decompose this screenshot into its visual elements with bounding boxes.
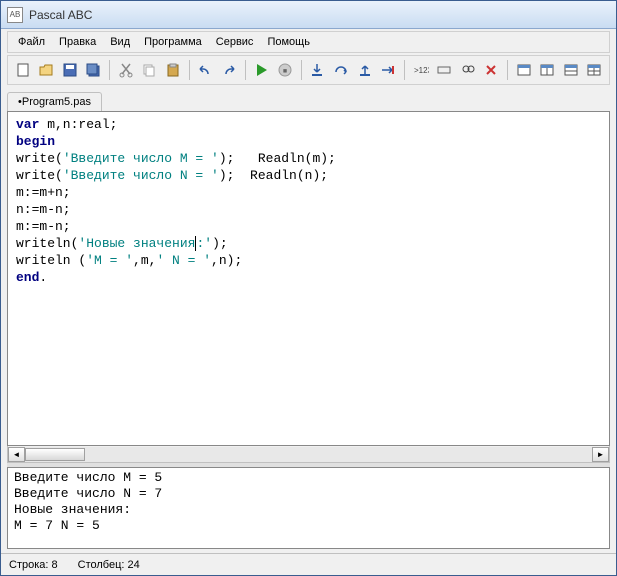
new-icon[interactable] <box>12 59 34 81</box>
menu-правка[interactable]: Правка <box>53 34 102 50</box>
code-line: n:=m-n; <box>16 201 601 218</box>
code-line: m:=m-n; <box>16 218 601 235</box>
close-icon[interactable] <box>480 59 502 81</box>
titlebar[interactable]: AB Pascal ABC <box>1 1 616 29</box>
menu-вид[interactable]: Вид <box>104 34 136 50</box>
win1-icon[interactable] <box>513 59 535 81</box>
scroll-track[interactable] <box>25 447 592 462</box>
stop-icon[interactable]: ■ <box>274 59 296 81</box>
svg-text:>123: >123 <box>414 66 429 75</box>
status-col: Столбец: 24 <box>78 559 140 571</box>
stepover-icon[interactable] <box>330 59 352 81</box>
menubar: ФайлПравкаВидПрограммаСервисПомощь <box>7 31 610 53</box>
editor-area: var m,n:real;beginwrite('Введите число M… <box>7 111 610 463</box>
copy-icon[interactable] <box>139 59 161 81</box>
win4-icon[interactable] <box>584 59 606 81</box>
code-line: m:=m+n; <box>16 184 601 201</box>
tab-file[interactable]: •Program5.pas <box>7 92 102 111</box>
code-line: writeln('Новые значения:'); <box>16 235 601 252</box>
horizontal-scrollbar[interactable]: ◄ ► <box>7 446 610 463</box>
toolbar: ■ >123 <box>7 55 610 85</box>
app-window: AB Pascal ABC ФайлПравкаВидПрограммаСерв… <box>0 0 617 576</box>
tab-label: Program5.pas <box>22 96 91 108</box>
var-icon[interactable]: >123 <box>410 59 432 81</box>
statusbar: Строка: 8 Столбец: 24 <box>1 553 616 575</box>
paste-icon[interactable] <box>162 59 184 81</box>
svg-text:■: ■ <box>283 68 287 75</box>
cut-icon[interactable] <box>115 59 137 81</box>
tab-strip: •Program5.pas <box>1 87 616 111</box>
saveall-icon[interactable] <box>83 59 105 81</box>
undo-icon[interactable] <box>195 59 217 81</box>
code-line: end. <box>16 269 601 286</box>
scroll-right-button[interactable]: ► <box>592 447 609 462</box>
redo-icon[interactable] <box>218 59 240 81</box>
output-panel[interactable]: Введите число M = 5 Введите число N = 7 … <box>7 467 610 549</box>
code-editor[interactable]: var m,n:real;beginwrite('Введите число M… <box>7 111 610 446</box>
eval-icon[interactable] <box>457 59 479 81</box>
code-line: write('Введите число M = '); Readln(m); <box>16 150 601 167</box>
menu-помощь[interactable]: Помощь <box>261 34 316 50</box>
win3-icon[interactable] <box>560 59 582 81</box>
menu-программа[interactable]: Программа <box>138 34 208 50</box>
menu-файл[interactable]: Файл <box>12 34 51 50</box>
breakpoint-icon[interactable] <box>377 59 399 81</box>
code-line: var m,n:real; <box>16 116 601 133</box>
status-line: Строка: 8 <box>9 559 58 571</box>
code-line: begin <box>16 133 601 150</box>
watch-icon[interactable] <box>433 59 455 81</box>
scroll-left-button[interactable]: ◄ <box>8 447 25 462</box>
code-line: write('Введите число N = '); Readln(n); <box>16 167 601 184</box>
save-icon[interactable] <box>59 59 81 81</box>
run-icon[interactable] <box>251 59 273 81</box>
code-line: writeln ('M = ',m,' N = ',n); <box>16 252 601 269</box>
menu-сервис[interactable]: Сервис <box>210 34 260 50</box>
stepinto-icon[interactable] <box>307 59 329 81</box>
scroll-thumb[interactable] <box>25 448 85 461</box>
open-icon[interactable] <box>36 59 58 81</box>
stepout-icon[interactable] <box>354 59 376 81</box>
title-text: Pascal ABC <box>29 8 92 22</box>
app-icon: AB <box>7 7 23 23</box>
win2-icon[interactable] <box>536 59 558 81</box>
